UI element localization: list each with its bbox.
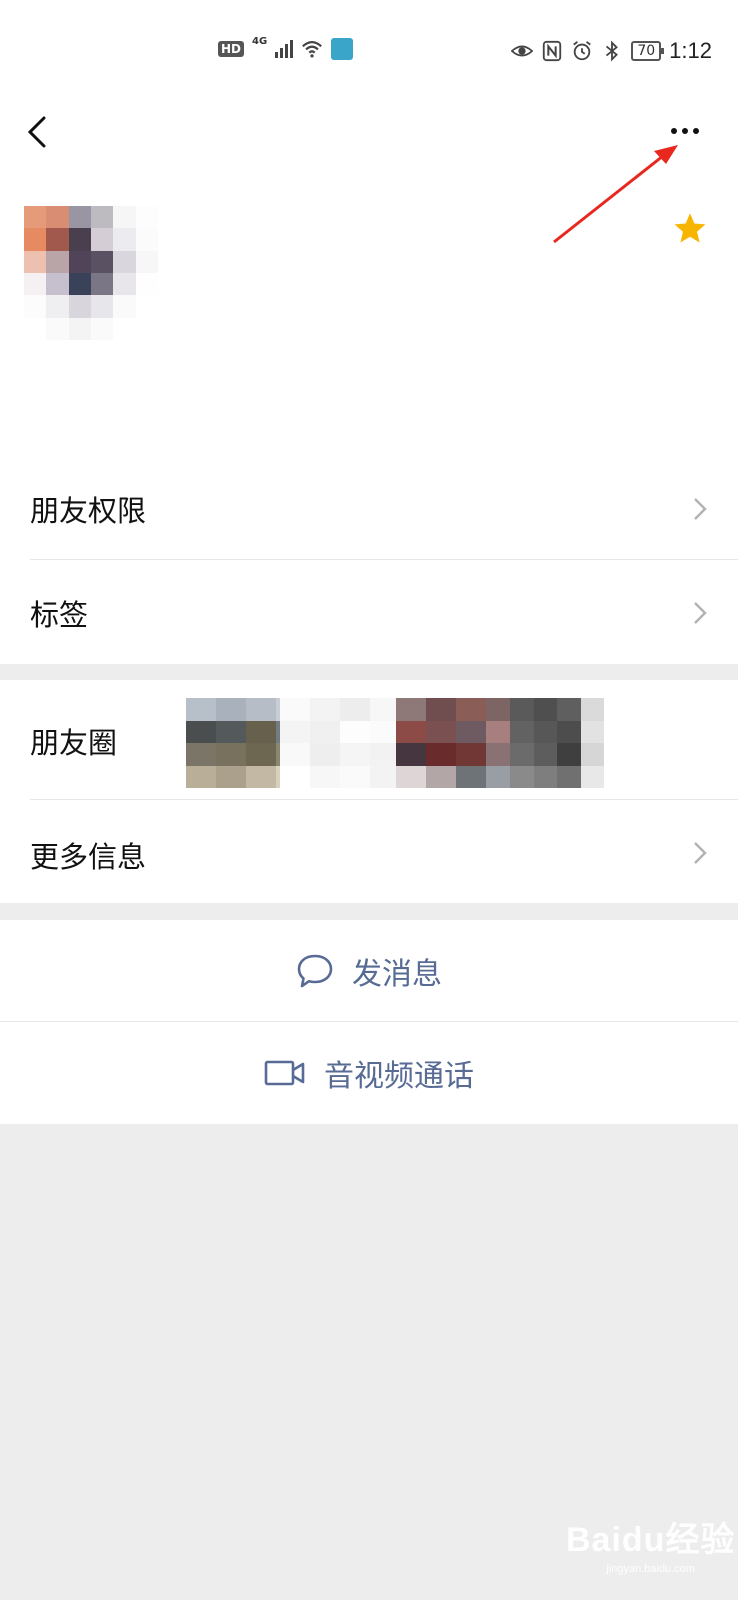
network-type: 4G: [252, 35, 268, 47]
row-tags[interactable]: 标签: [0, 560, 738, 664]
watermark-brand: Baidu经验: [566, 1521, 736, 1559]
status-bar: HD 4G 70 1:12: [0, 0, 738, 106]
chevron-right-icon: [694, 498, 707, 520]
avatar[interactable]: [24, 206, 158, 340]
nfc-icon: [543, 40, 562, 62]
status-right-group: 70 1:12: [511, 38, 712, 64]
row-moments[interactable]: 朋友圈: [0, 680, 738, 800]
bluetooth-icon: [606, 40, 619, 62]
dot: [682, 128, 688, 134]
alarm-icon: [573, 41, 592, 61]
moments-photo-thumbnail: [396, 698, 516, 788]
row-more-info[interactable]: 更多信息: [0, 800, 738, 903]
dot: [671, 128, 677, 134]
hd-badge: HD: [218, 41, 245, 57]
send-message-button[interactable]: 发消息: [0, 920, 738, 1022]
back-icon[interactable]: [24, 112, 54, 152]
annotation-arrow: [553, 145, 678, 244]
send-message-label: 发消息: [352, 956, 442, 992]
row-label: 朋友权限: [30, 494, 147, 528]
app-notification-icon: [331, 38, 354, 60]
moments-photo-thumbnail: [510, 698, 604, 788]
row-label: 朋友圈: [30, 726, 118, 760]
chevron-right-icon: [694, 842, 707, 864]
watermark-url: jingyan.baidu.com: [606, 1563, 696, 1575]
dot: [693, 128, 699, 134]
video-call-button[interactable]: 音视频通话: [0, 1022, 738, 1124]
battery-indicator: 70: [631, 41, 664, 61]
eye-icon: [511, 45, 534, 57]
video-camera-icon: [264, 1060, 305, 1086]
moments-photo-thumbnail: [280, 698, 400, 788]
chevron-right-icon: [694, 602, 707, 624]
row-label: 标签: [30, 598, 89, 632]
row-label: 更多信息: [30, 840, 147, 874]
row-friend-permissions[interactable]: 朋友权限: [0, 456, 738, 560]
video-call-label: 音视频通话: [324, 1059, 474, 1094]
signal-icon: [275, 40, 294, 58]
wifi-icon: [302, 41, 323, 58]
baidu-watermark: Baidu经验 jingyan.baidu.com: [566, 1512, 735, 1575]
clock-time: 1:12: [669, 38, 712, 63]
chat-bubble-icon: [297, 954, 333, 987]
status-left-group: HD 4G: [218, 35, 354, 60]
